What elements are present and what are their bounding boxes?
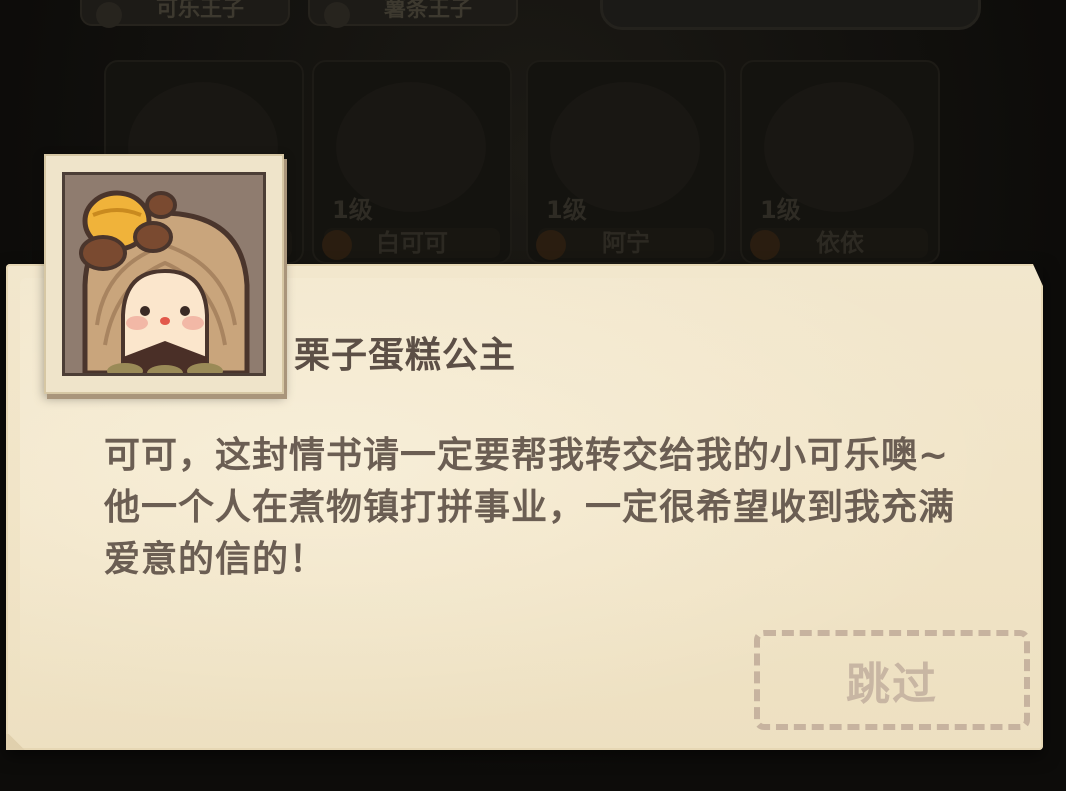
tab-icon <box>324 2 350 28</box>
background-character-card: 1级 依依 <box>740 60 940 264</box>
paper-corner-fold <box>6 734 28 750</box>
paper-corner-fold <box>1033 264 1043 286</box>
background-tab: 可乐王子 <box>80 0 290 28</box>
speaker-portrait <box>62 172 266 376</box>
background-character-card: 1级 阿宁 <box>526 60 726 264</box>
speaker-name: 栗子蛋糕公主 <box>294 335 517 376</box>
card-level: 1级 <box>760 196 801 224</box>
background-tab-bar: 可乐王子 薯条王子 <box>80 0 560 30</box>
card-level: 1级 <box>546 196 587 224</box>
coin-icon <box>750 230 780 260</box>
background-tab-label: 可乐王子 <box>156 0 245 22</box>
background-tab-label: 薯条王子 <box>384 0 473 22</box>
speaker-portrait-frame <box>44 154 284 394</box>
skip-button[interactable]: 跳过 <box>754 630 1030 730</box>
coin-icon <box>322 230 352 260</box>
tab-icon <box>96 2 122 28</box>
background-character-card: 1级 白可可 <box>312 60 512 264</box>
background-status-pill <box>600 0 981 30</box>
chestnut-cake-princess-avatar <box>79 190 250 373</box>
dialog-text: 可可，这封情书请一定要帮我转交给我的小可乐噢~他一个人在煮物镇打拼事业，一定很希… <box>104 435 956 580</box>
card-level: 1级 <box>332 196 373 224</box>
background-tab: 薯条王子 <box>308 0 518 28</box>
coin-icon <box>536 230 566 260</box>
